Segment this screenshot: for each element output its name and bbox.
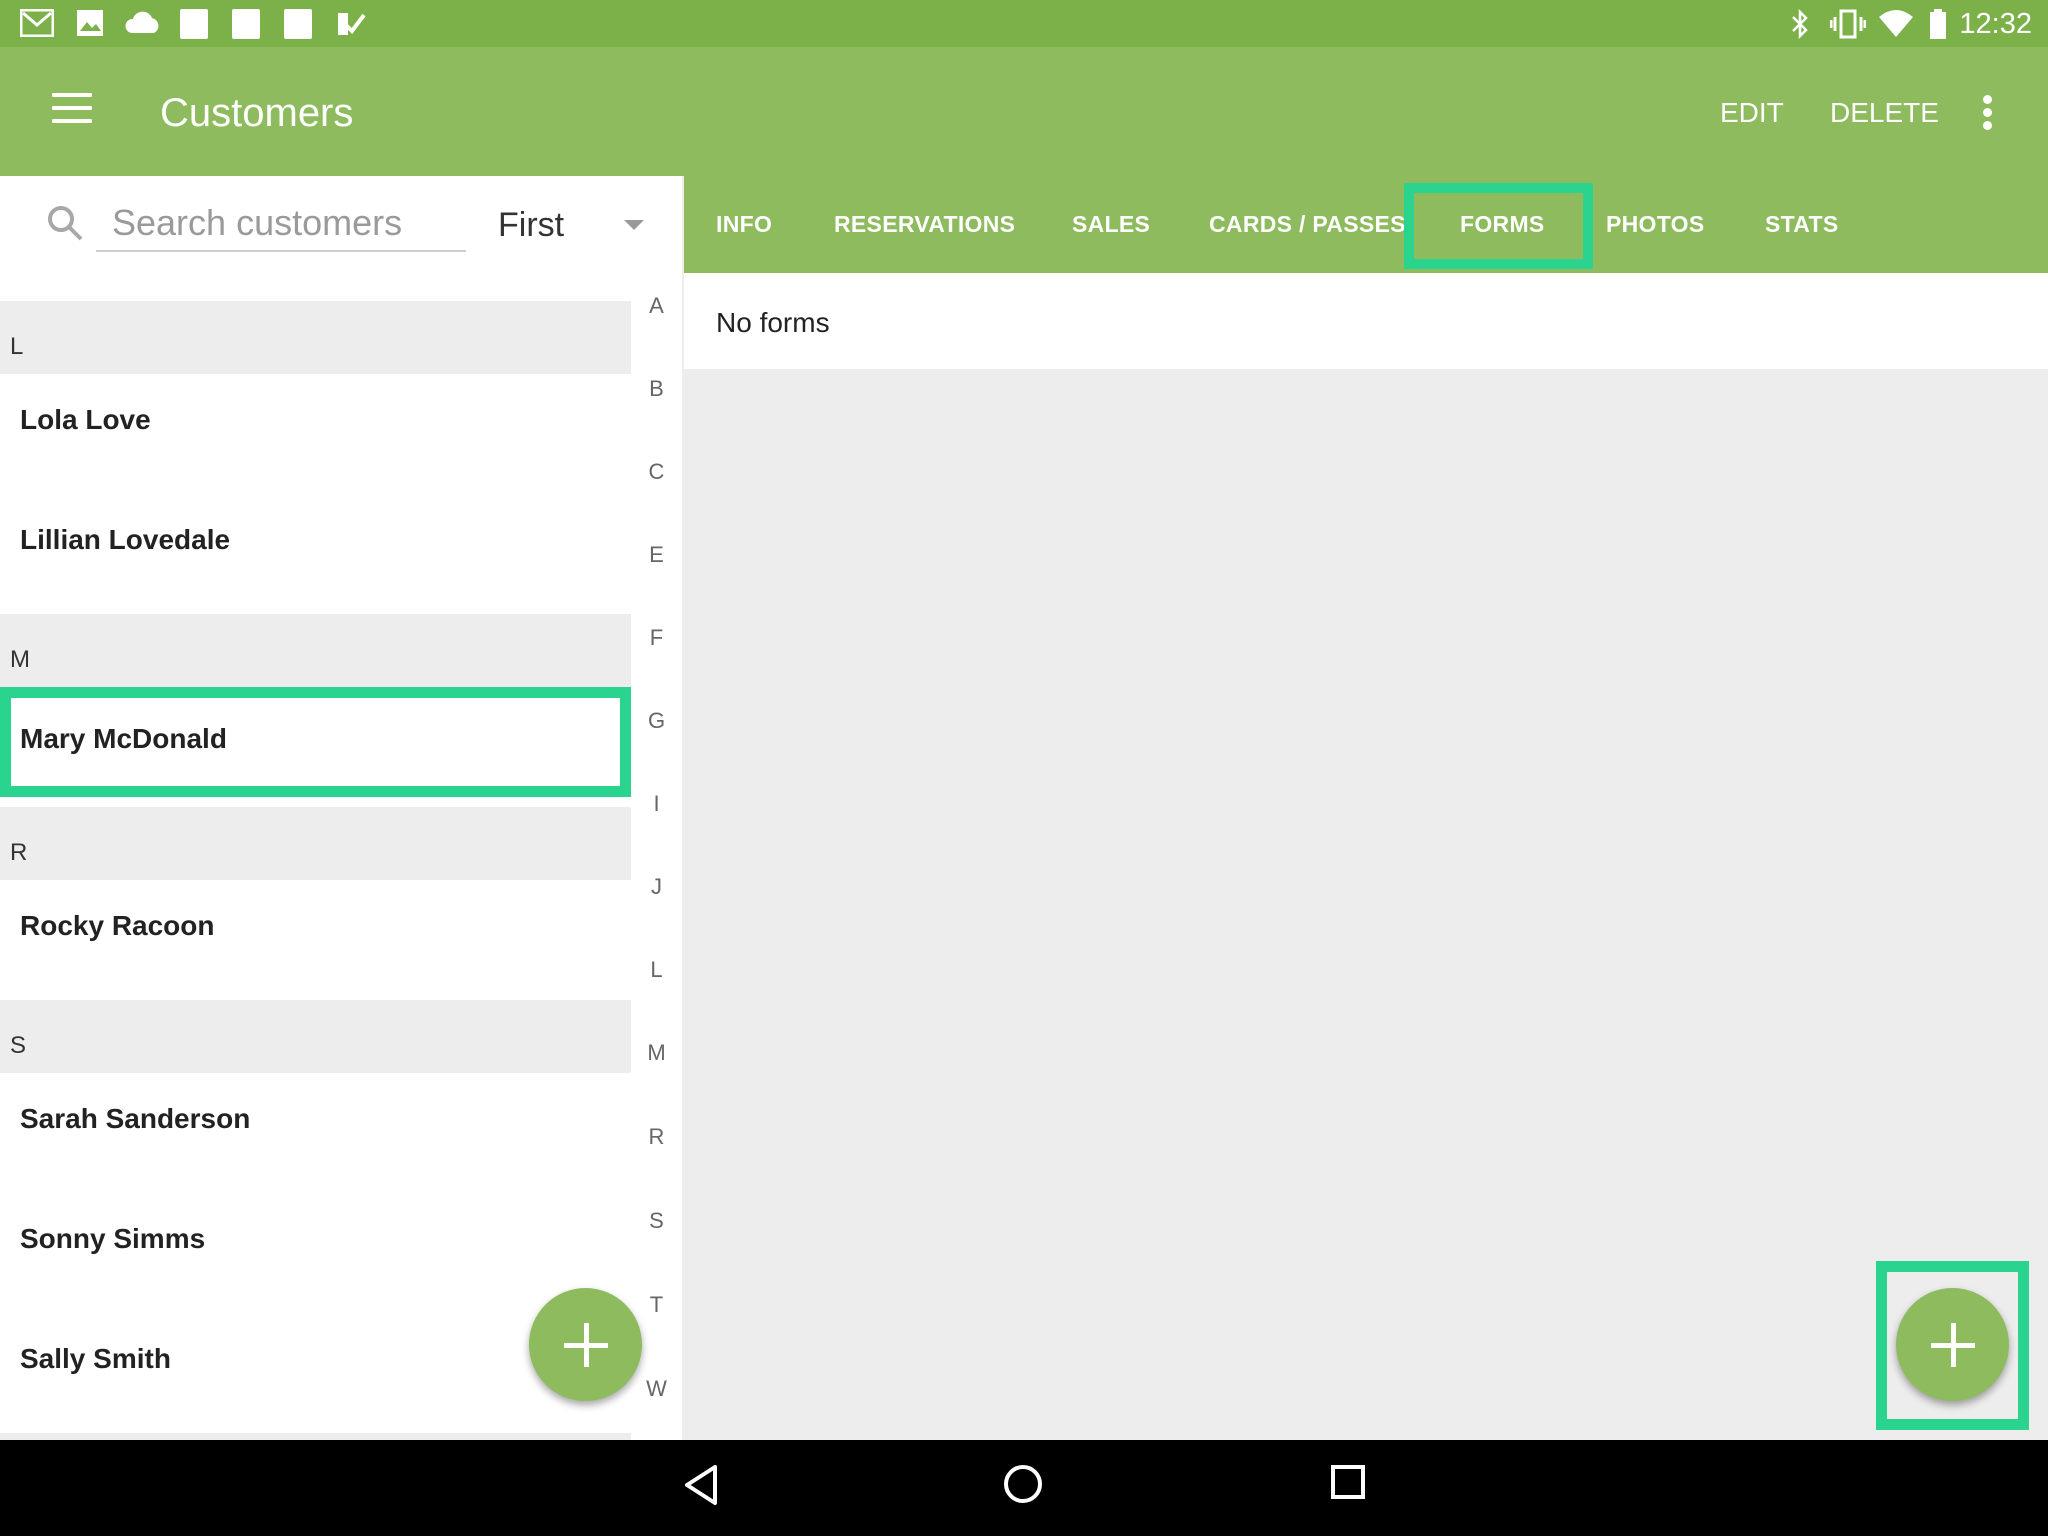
index-letter[interactable]: E xyxy=(631,542,682,568)
plus-icon xyxy=(563,1322,608,1367)
index-letter[interactable]: I xyxy=(631,791,682,817)
status-bar: 12:32 xyxy=(0,0,2048,47)
tab-stats[interactable]: STATS xyxy=(1765,211,1838,238)
customer-name: Sonny Simms xyxy=(20,1223,206,1254)
empty-message: No forms xyxy=(716,307,830,338)
customer-row[interactable]: Lola Love xyxy=(0,374,631,474)
tab-sales[interactable]: SALES xyxy=(1072,211,1150,238)
alphabet-index[interactable]: A B C E F G I J L M R S T W xyxy=(631,271,682,1440)
section-header: M xyxy=(0,614,631,687)
index-letter[interactable]: W xyxy=(631,1376,682,1402)
customer-row[interactable]: Lillian Lovedale xyxy=(0,494,631,594)
customer-row[interactable]: Sarah Sanderson xyxy=(0,1073,631,1173)
index-letter[interactable]: T xyxy=(631,1292,682,1318)
image-icon xyxy=(77,10,103,36)
recents-icon[interactable] xyxy=(1330,1464,1366,1500)
index-letter[interactable]: L xyxy=(631,957,682,983)
index-letter[interactable]: G xyxy=(631,708,682,734)
home-icon[interactable] xyxy=(1003,1464,1043,1504)
vibrate-icon xyxy=(1830,9,1866,39)
sort-dropdown[interactable]: First xyxy=(498,206,564,245)
search-input[interactable] xyxy=(96,196,466,252)
edit-button[interactable]: EDIT xyxy=(1720,97,1784,129)
page-title: Customers xyxy=(160,91,354,135)
customer-name: Rocky Racoon xyxy=(20,910,215,941)
bluetooth-icon xyxy=(1792,9,1808,39)
section-header: L xyxy=(0,301,631,374)
tab-forms[interactable]: FORMS xyxy=(1460,211,1545,238)
customer-row-selected[interactable]: Mary McDonald xyxy=(0,687,631,797)
customer-name: Mary McDonald xyxy=(20,723,227,754)
customer-name: Sarah Sanderson xyxy=(20,1103,251,1134)
tab-reservations[interactable]: RESERVATIONS xyxy=(834,211,1015,238)
section-header: R xyxy=(0,807,631,880)
blank-notification-icon xyxy=(284,9,312,39)
index-letter[interactable]: S xyxy=(631,1208,682,1234)
index-letter[interactable]: C xyxy=(631,459,682,485)
hamburger-menu-icon[interactable] xyxy=(52,93,92,125)
gmail-icon xyxy=(20,9,54,37)
index-letter[interactable]: B xyxy=(631,376,682,402)
index-letter[interactable]: M xyxy=(631,1040,682,1066)
checkmark-app-icon xyxy=(338,13,366,35)
blank-notification-icon xyxy=(180,9,208,39)
customer-name: Sally Smith xyxy=(20,1343,171,1374)
clock: 12:32 xyxy=(1959,8,2032,40)
add-form-button[interactable] xyxy=(1896,1288,2009,1401)
section-header: S xyxy=(0,1000,631,1073)
index-letter[interactable]: J xyxy=(631,874,682,900)
customer-row[interactable]: Sonny Simms xyxy=(0,1193,631,1293)
battery-icon xyxy=(1930,9,1946,39)
tab-cards-passes[interactable]: CARDS / PASSES xyxy=(1209,211,1406,238)
customer-name: Lola Love xyxy=(20,404,151,435)
tab-photos[interactable]: PHOTOS xyxy=(1606,211,1705,238)
back-icon[interactable] xyxy=(683,1464,719,1506)
blank-notification-icon xyxy=(232,9,260,39)
dropdown-caret-icon[interactable] xyxy=(624,220,644,230)
forms-content: No forms xyxy=(684,273,2048,369)
add-customer-button[interactable] xyxy=(529,1288,642,1401)
customer-list-pane: First L Lola Love Lillian Lovedale M Mar… xyxy=(0,176,682,1440)
search-bar: First xyxy=(0,176,682,271)
customer-name: Lillian Lovedale xyxy=(20,524,231,555)
more-options-icon[interactable] xyxy=(1980,95,1994,131)
system-nav-bar xyxy=(0,1440,2048,1536)
delete-button[interactable]: DELETE xyxy=(1830,97,1939,129)
search-icon xyxy=(48,206,83,241)
wifi-icon xyxy=(1879,10,1913,37)
tab-info[interactable]: INFO xyxy=(716,211,772,238)
customer-row[interactable]: Rocky Racoon xyxy=(0,880,631,980)
index-letter[interactable]: R xyxy=(631,1124,682,1150)
index-letter[interactable]: A xyxy=(631,293,682,319)
section-divider xyxy=(0,1433,631,1440)
customer-list: L Lola Love Lillian Lovedale M Mary McDo… xyxy=(0,271,631,1440)
index-letter[interactable]: F xyxy=(631,625,682,651)
app-bar: Customers EDIT DELETE xyxy=(0,47,2048,176)
customer-tabs: INFO RESERVATIONS SALES CARDS / PASSES F… xyxy=(684,176,2048,273)
plus-icon xyxy=(1930,1322,1975,1367)
cloud-icon xyxy=(125,11,159,33)
